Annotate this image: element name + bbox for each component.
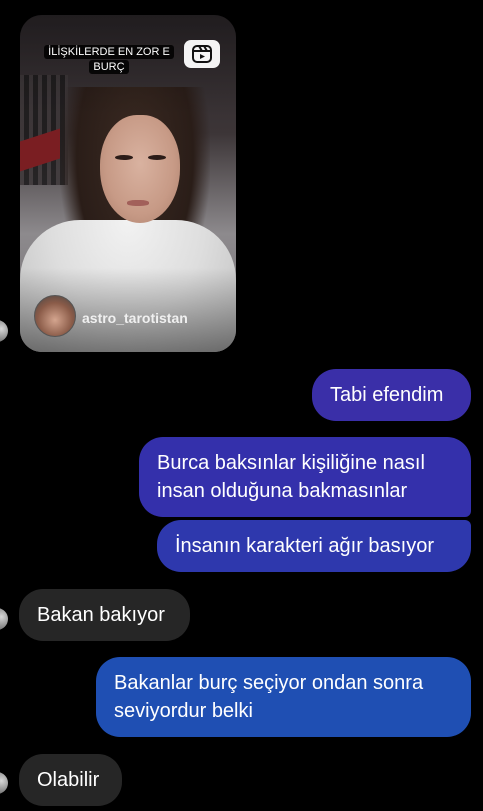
reel-caption: İLİŞKİLERDE EN ZOR E BURÇ [31, 45, 187, 75]
sender-avatar[interactable] [0, 608, 8, 630]
reels-icon [184, 40, 220, 68]
message-text: Bakanlar burç seçiyor ondan sonra seviyo… [114, 672, 424, 722]
message-text: İnsanın karakteri ağır basıyor [175, 535, 435, 557]
reel-author-avatar[interactable] [34, 295, 76, 337]
message-bubble-incoming[interactable]: Olabilir [19, 754, 122, 806]
sender-avatar[interactable] [0, 320, 8, 342]
reels-icon-glyph [192, 45, 212, 63]
message-bubble-outgoing[interactable]: İnsanın karakteri ağır basıyor [157, 520, 471, 572]
message-bubble-incoming[interactable]: Bakan bakıyor [19, 589, 190, 641]
sender-avatar[interactable] [0, 772, 8, 794]
message-text: Olabilir [37, 769, 100, 791]
message-bubble-outgoing[interactable]: Tabi efendim [312, 369, 471, 421]
shared-reel-card[interactable]: İLİŞKİLERDE EN ZOR E BURÇ astro_tarotist… [20, 15, 236, 352]
message-text: Tabi efendim [330, 384, 444, 406]
message-bubble-outgoing[interactable]: Bakanlar burç seçiyor ondan sonra seviyo… [96, 657, 471, 737]
reel-caption-line: BURÇ [89, 60, 129, 74]
message-bubble-outgoing[interactable]: Burca baksınlar kişiliğine nasıl insan o… [139, 437, 471, 517]
reel-caption-line: İLİŞKİLERDE EN ZOR E [44, 45, 174, 59]
reel-author-name[interactable]: astro_tarotistan [82, 310, 188, 326]
message-text: Bakan bakıyor [37, 604, 165, 626]
message-text: Burca baksınlar kişiliğine nasıl insan o… [157, 452, 425, 502]
